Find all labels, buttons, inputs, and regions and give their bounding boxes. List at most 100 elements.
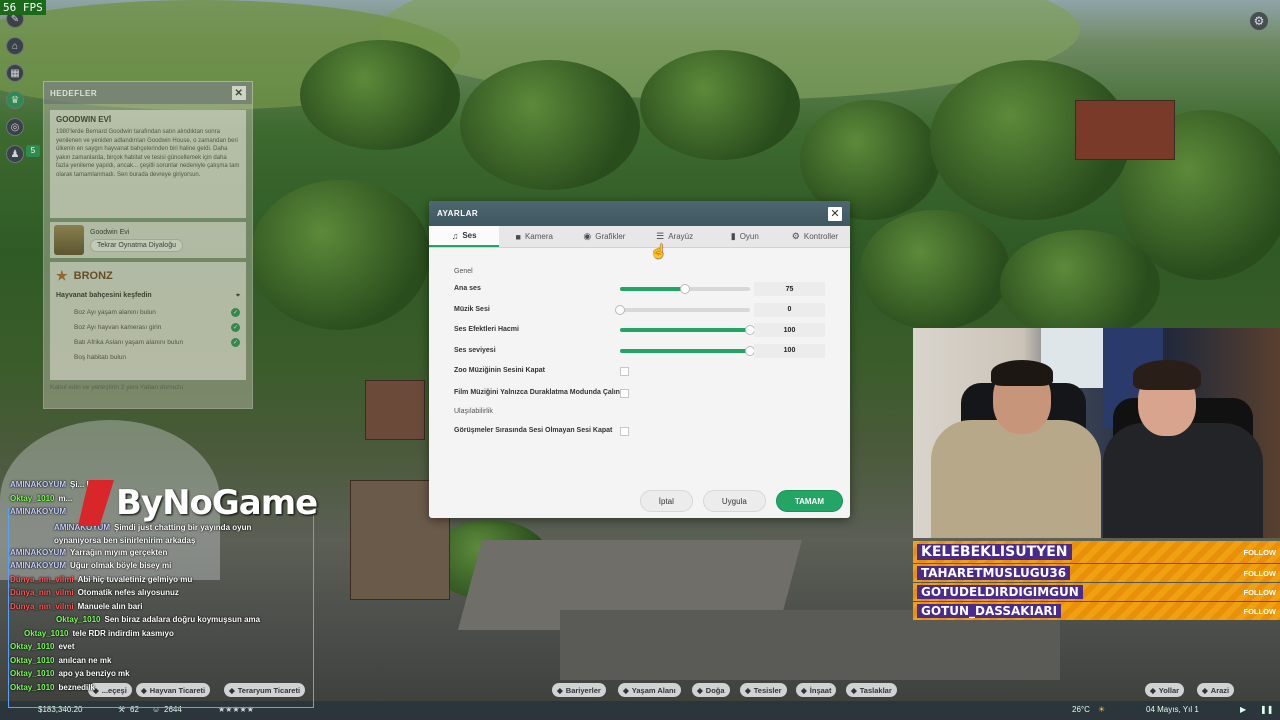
research-icon[interactable]: ⌂ <box>6 37 24 55</box>
category-5[interactable]: ◆ Taslaklar <box>846 683 897 697</box>
chat-message: Oktay_1010 Sen biraz adalara doğru koymuş… <box>10 615 315 629</box>
close-icon[interactable]: ✕ <box>828 206 842 221</box>
slider-label: Müzik Sesi <box>454 305 490 313</box>
follower-name: TAHARETMUSLUGU36 <box>917 566 1071 580</box>
story-title: GOODWIN EVİ <box>56 115 112 124</box>
follow-tag: FOLLOW <box>1243 587 1277 597</box>
streamer-hair <box>1133 360 1201 390</box>
pause-icon[interactable]: ❚❚ <box>1260 705 1273 714</box>
ok-button[interactable]: TAMAM <box>775 490 843 512</box>
cancel-button[interactable]: İptal <box>639 490 693 512</box>
slider-handle[interactable] <box>615 304 625 315</box>
close-icon[interactable]: ✕ <box>232 86 246 100</box>
volume-slider[interactable] <box>620 345 755 356</box>
camera-icon: ■ <box>515 231 521 242</box>
chat-message: Oktay_1010 anılcan ne mk <box>10 656 315 670</box>
chat-username: Oktay_1010 <box>10 682 55 692</box>
category-0[interactable]: ◆ Bariyerler <box>552 683 606 697</box>
bronze-label: BRONZ <box>73 270 113 282</box>
category-icon: ◆ <box>745 685 751 695</box>
tab-kontroller[interactable]: ⚙ Kontroller <box>780 226 850 247</box>
film-music-checkbox[interactable] <box>620 388 629 398</box>
music-icon: ♫ <box>451 230 459 241</box>
tab-grafikler[interactable]: ◉ Grafikler <box>569 226 639 247</box>
calendar-icon[interactable]: ▦ <box>6 64 24 82</box>
category-label: Taslaklar <box>859 685 892 695</box>
slider-label: Ses seviyesi <box>454 346 496 354</box>
tab-label: Arayüz <box>668 232 694 241</box>
worker-icon[interactable]: ♟ <box>6 145 24 163</box>
chat-text: Uğur olmak böyle bisey mi <box>70 561 172 570</box>
tab-label: Kontroller <box>803 232 839 241</box>
chat-text: Abi hiç tuvaletiniz gelmiyo mu <box>77 574 193 584</box>
chat-username: AMINAKOYUM <box>10 480 66 489</box>
chat-message: Oktay_1010 tele RDR indirdim kasmıyo <box>10 629 315 643</box>
palette-icon: ◉ <box>583 231 592 241</box>
mute-zoo-music-checkbox[interactable] <box>620 366 629 376</box>
tab-ses[interactable]: ♫ Ses <box>429 226 500 247</box>
slider-handle[interactable] <box>680 284 690 295</box>
pin-icon[interactable]: ⌖ <box>236 292 240 300</box>
category-label: Yaşam Alanı <box>631 685 676 695</box>
category-icon: ◆ <box>801 685 807 695</box>
globe-icon[interactable]: ◎ <box>6 118 24 136</box>
chat-text: beznedilk <box>58 682 95 692</box>
film-music-label: Film Müziğini Yalnızca Duraklatma Modund… <box>454 389 620 396</box>
category-1[interactable]: ◆ Arazi <box>1197 683 1235 697</box>
list-icon: ☰ <box>656 231 665 241</box>
volume-slider[interactable] <box>620 325 755 336</box>
slider-value[interactable]: 75 <box>754 282 825 297</box>
category-3[interactable]: ◆ Tesisler <box>740 683 787 697</box>
slider-row: Ses seviyesi 100 <box>454 341 825 362</box>
chat-username: Oktay_1010 <box>56 615 101 624</box>
chat-username: Dünya_nın_vilmi <box>10 574 74 584</box>
follower-name: KELEBEKLISUTYEN <box>917 544 1072 560</box>
chat-username: Oktay_1010 <box>10 642 55 651</box>
settings-gear-icon[interactable]: ⚙ <box>1250 12 1268 30</box>
chat-message: Oktay_1010 apo ya benziyo mk <box>10 669 315 683</box>
silent-conversations-checkbox[interactable] <box>620 426 629 436</box>
follow-alert: GOTUDELDIRDIGIMGUN FOLLOW <box>913 583 1280 601</box>
category-4[interactable]: ◆ İnşaat <box>796 683 837 697</box>
temperature: 26°C <box>1072 705 1090 714</box>
replay-dialogue-button[interactable]: Tekrar Oynatma Diyaloğu <box>90 238 183 252</box>
slider-value[interactable]: 0 <box>754 302 825 317</box>
logo-mark-icon <box>78 480 114 526</box>
category-label: Doğa <box>705 685 725 695</box>
chat-text: Sen biraz adalara doğru koymuşsun ama <box>104 615 261 624</box>
task-item: Boş habitatı bulun <box>56 350 240 365</box>
task-label: Boş habitatı bulun <box>74 354 127 361</box>
dialog-header: AYARLAR ✕ <box>429 201 850 226</box>
slider-value[interactable]: 100 <box>754 343 825 358</box>
chat-message: AMINAKOYUM Uğur olmak böyle bisey mi <box>10 561 315 575</box>
slider-row: Müzik Sesi 0 <box>454 300 825 321</box>
volume-slider[interactable] <box>620 284 750 295</box>
category-0[interactable]: ◆ Yollar <box>1145 683 1185 697</box>
task-group[interactable]: Hayvanat bahçesini keşfedin ⌖ <box>56 292 240 300</box>
follow-alert: KELEBEKLISUTYEN FOLLOW <box>913 541 1280 563</box>
tab-label: Ses <box>462 231 477 240</box>
follow-tag: FOLLOW <box>1243 606 1277 616</box>
follower-name: GOTUN_DASSAKIARI <box>917 604 1062 618</box>
tree <box>860 210 1010 330</box>
slider-value[interactable]: 100 <box>754 323 825 338</box>
category-label: Arazi <box>1210 685 1230 695</box>
category-2[interactable]: ◆ Doğa <box>692 683 730 697</box>
tab-kamera[interactable]: ■ Kamera <box>499 226 569 247</box>
dialog-title: AYARLAR <box>437 209 479 218</box>
task-label: Boz Ayı hayvan kamerası girin <box>74 324 162 331</box>
tree <box>460 60 640 190</box>
check-icon: ✓ <box>231 308 240 317</box>
apply-button[interactable]: Uygula <box>702 490 766 512</box>
chat-text: apo ya benziyo mk <box>58 669 130 678</box>
category-icon: ◆ <box>623 685 629 695</box>
chat-message: Oktay_1010 evet <box>10 642 315 656</box>
story-card: GOODWIN EVİ 1980'lerde Bernard Goodwin t… <box>50 110 246 218</box>
volume-slider[interactable] <box>615 304 750 315</box>
tab-oyun[interactable]: ▮ Oyun <box>710 226 780 247</box>
follow-tag: FOLLOW <box>1243 568 1277 578</box>
category-1[interactable]: ◆ Yaşam Alanı <box>618 683 681 697</box>
play-icon[interactable]: ▶ <box>1240 705 1246 714</box>
webcam-overlay <box>913 328 1280 538</box>
trophy-icon[interactable]: ♛ <box>6 91 24 109</box>
